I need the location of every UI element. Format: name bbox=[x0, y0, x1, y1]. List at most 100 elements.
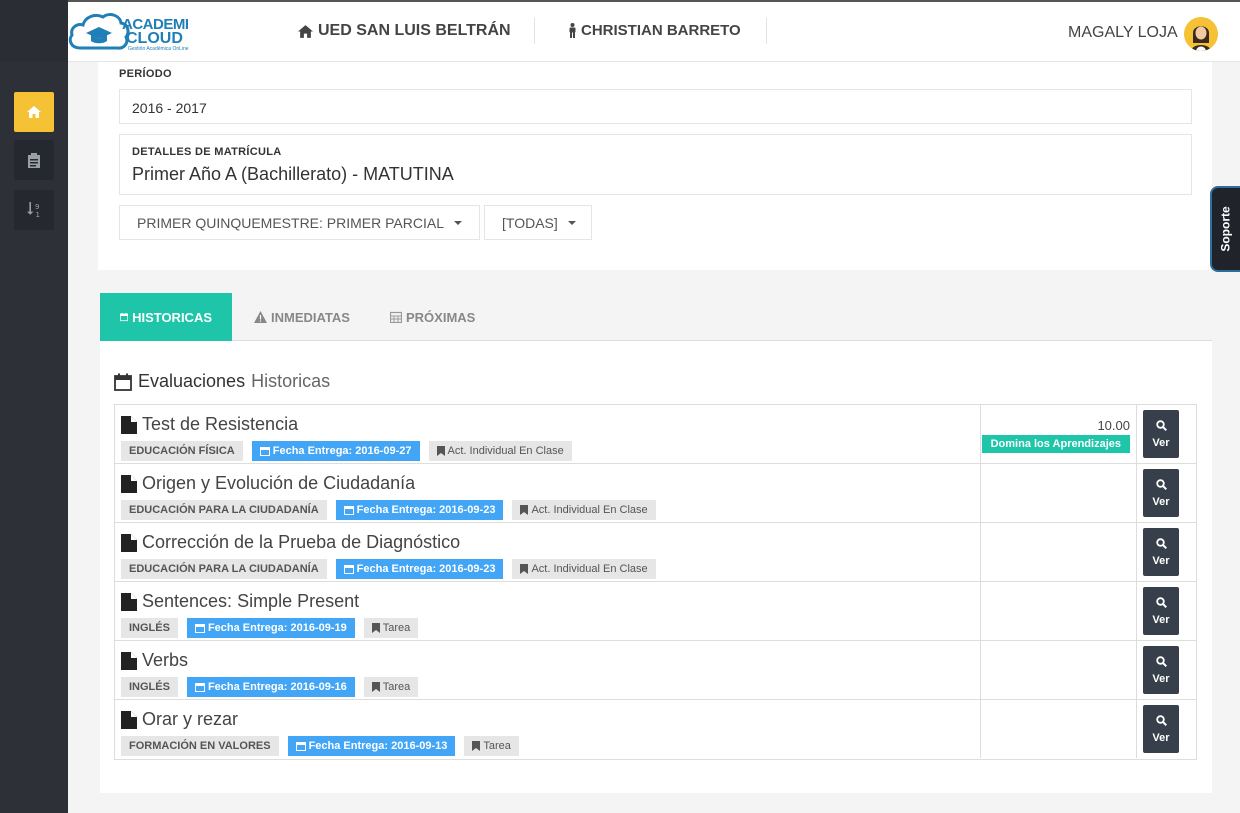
tab-historicas-label: HISTORICAS bbox=[132, 309, 212, 325]
page-title-main: Evaluaciones bbox=[138, 371, 246, 391]
ver-button[interactable]: Ver bbox=[1143, 587, 1179, 635]
evaluation-tags: EDUCACIÓN FÍSICA Fecha Entrega: 2016-09-… bbox=[121, 441, 572, 461]
evaluation-info-cell: Orar y rezar FORMACIÓN EN VALORES Fecha … bbox=[115, 700, 981, 758]
soporte-label: Soporte bbox=[1219, 206, 1233, 252]
tab-historicas[interactable]: HISTORICAS bbox=[100, 293, 232, 341]
calendar-icon bbox=[343, 565, 354, 574]
ver-button[interactable]: Ver bbox=[1143, 528, 1179, 576]
ver-button[interactable]: Ver bbox=[1143, 646, 1179, 694]
sort-numeric-icon: 91 bbox=[27, 202, 40, 218]
ver-button[interactable]: Ver bbox=[1143, 410, 1179, 458]
evaluation-tags: EDUCACIÓN PARA LA CIUDADANÍA Fecha Entre… bbox=[121, 500, 656, 520]
cloud-logo-icon bbox=[68, 13, 130, 50]
type-badge-text: Tarea bbox=[382, 681, 411, 693]
date-badge-text: Fecha Entrega: 2016-09-13 bbox=[308, 740, 448, 752]
periodo-label: PERÍODO bbox=[119, 68, 172, 80]
evaluations-table: Test de Resistencia EDUCACIÓN FÍSICA Fec… bbox=[114, 404, 1197, 760]
bookmark-icon bbox=[436, 446, 445, 456]
grade-cell: 10.00 Domina los Aprendizajes bbox=[981, 405, 1137, 463]
evaluation-title-text: Orar y rezar bbox=[142, 709, 239, 729]
student-name-text: CHRISTIAN BARRETO bbox=[581, 22, 741, 39]
evaluation-info-cell: Verbs INGLÉS Fecha Entrega: 2016-09-16 T… bbox=[115, 641, 981, 699]
student-name: CHRISTIAN BARRETO bbox=[568, 22, 741, 39]
ver-button-label: Ver bbox=[1152, 613, 1170, 626]
subject-badge: EDUCACIÓN PARA LA CIUDADANÍA bbox=[121, 500, 327, 520]
table-row: Orar y rezar FORMACIÓN EN VALORES Fecha … bbox=[115, 700, 1196, 759]
sidebar-item-sort[interactable]: 91 bbox=[14, 190, 54, 230]
file-icon bbox=[121, 710, 137, 729]
type-badge-text: Tarea bbox=[483, 740, 511, 752]
evaluation-info-cell: Sentences: Simple Present INGLÉS Fecha E… bbox=[115, 582, 981, 640]
type-badge: Tarea bbox=[363, 618, 419, 638]
clipboard-icon bbox=[28, 152, 40, 168]
quimestre-dropdown-label: PRIMER QUINQUEMESTRE: PRIMER PARCIAL bbox=[137, 214, 445, 231]
todas-dropdown-label: [TODAS] bbox=[502, 214, 558, 231]
school-name-text: UED SAN LUIS BELTRÁN bbox=[318, 22, 511, 39]
search-icon bbox=[1155, 655, 1167, 667]
table-row: Test de Resistencia EDUCACIÓN FÍSICA Fec… bbox=[115, 405, 1196, 464]
evaluation-title-text: Corrección de la Prueba de Diagnóstico bbox=[142, 532, 461, 552]
evaluation-title-text: Test de Resistencia bbox=[142, 414, 299, 434]
evaluation-title: Origen y Evolución de Ciudadanía bbox=[121, 473, 415, 494]
evaluation-title-text: Verbs bbox=[142, 650, 189, 670]
type-badge: Act. Individual En Clase bbox=[512, 559, 656, 579]
grade-value: 10.00 bbox=[1097, 418, 1130, 433]
todas-dropdown[interactable]: [TODAS] bbox=[484, 205, 592, 240]
ver-button-label: Ver bbox=[1152, 554, 1170, 567]
sidebar: 91 bbox=[0, 0, 68, 813]
brand-logo[interactable]: ACADEMI CLOUD Gestión Académica OnLine bbox=[68, 10, 192, 58]
type-badge-text: Act. Individual En Clase bbox=[447, 445, 564, 457]
sidebar-logo-area bbox=[0, 0, 68, 62]
tab-proximas[interactable]: PRÓXIMAS bbox=[370, 293, 495, 341]
evaluation-info-cell: Corrección de la Prueba de Diagnóstico E… bbox=[115, 523, 981, 581]
evaluations-panel: Evaluaciones Historicas Test de Resisten… bbox=[100, 341, 1212, 793]
tab-proximas-label: PRÓXIMAS bbox=[406, 309, 476, 325]
periodo-field[interactable]: 2016 - 2017 bbox=[119, 89, 1192, 124]
evaluation-title: Test de Resistencia bbox=[121, 414, 298, 435]
evaluation-tags: FORMACIÓN EN VALORES Fecha Entrega: 2016… bbox=[121, 736, 519, 756]
school-name: UED SAN LUIS BELTRÁN bbox=[298, 22, 511, 40]
tab-inmediatas[interactable]: INMEDIATAS bbox=[234, 293, 370, 341]
date-badge: Fecha Entrega: 2016-09-23 bbox=[335, 500, 504, 520]
type-badge: Act. Individual En Clase bbox=[512, 500, 656, 520]
page-title: Evaluaciones Historicas bbox=[114, 371, 330, 392]
date-badge: Fecha Entrega: 2016-09-19 bbox=[186, 618, 355, 638]
search-icon bbox=[1155, 596, 1167, 608]
page-title-sub: Historicas bbox=[251, 371, 331, 391]
date-badge-text: Fecha Entrega: 2016-09-19 bbox=[207, 622, 347, 634]
file-icon bbox=[121, 474, 137, 493]
evaluation-title-text: Sentences: Simple Present bbox=[142, 591, 360, 611]
detalle-matricula-value: Primer Año A (Bachillerato) - MATUTINA bbox=[132, 164, 454, 184]
calendar-icon bbox=[390, 311, 402, 323]
bookmark-icon bbox=[371, 682, 380, 692]
avatar[interactable] bbox=[1184, 17, 1218, 51]
home-icon bbox=[27, 106, 41, 118]
detalle-matricula-label: DETALLES DE MATRÍCULA bbox=[132, 146, 282, 158]
action-cell: Ver bbox=[1137, 523, 1198, 581]
file-icon bbox=[121, 415, 137, 434]
sidebar-item-home[interactable] bbox=[14, 92, 54, 132]
table-row: Verbs INGLÉS Fecha Entrega: 2016-09-16 T… bbox=[115, 641, 1196, 700]
calendar-icon bbox=[120, 312, 129, 322]
type-badge-text: Act. Individual En Clase bbox=[531, 504, 648, 516]
ver-button[interactable]: Ver bbox=[1143, 705, 1179, 753]
caret-down-icon bbox=[454, 220, 463, 225]
table-row: Corrección de la Prueba de Diagnóstico E… bbox=[115, 523, 1196, 582]
sidebar-item-clipboard[interactable] bbox=[14, 140, 54, 180]
user-name[interactable]: MAGALY LOJA bbox=[1068, 24, 1178, 42]
caret-down-icon bbox=[567, 220, 576, 225]
soporte-tab[interactable]: Soporte bbox=[1210, 186, 1240, 272]
evaluation-title: Orar y rezar bbox=[121, 709, 238, 730]
quimestre-dropdown[interactable]: PRIMER QUINQUEMESTRE: PRIMER PARCIAL bbox=[119, 205, 480, 240]
file-icon bbox=[121, 533, 137, 552]
grade-cell bbox=[981, 523, 1137, 581]
type-badge-text: Act. Individual En Clase bbox=[531, 563, 648, 575]
action-cell: Ver bbox=[1137, 582, 1198, 640]
ver-button[interactable]: Ver bbox=[1143, 469, 1179, 517]
ver-button-label: Ver bbox=[1152, 436, 1170, 449]
subject-badge: EDUCACIÓN FÍSICA bbox=[121, 441, 243, 461]
detalle-matricula-box: DETALLES DE MATRÍCULA Primer Año A (Bach… bbox=[119, 134, 1192, 195]
header-divider bbox=[766, 18, 767, 44]
evaluation-tags: EDUCACIÓN PARA LA CIUDADANÍA Fecha Entre… bbox=[121, 559, 656, 579]
search-icon bbox=[1155, 478, 1167, 490]
